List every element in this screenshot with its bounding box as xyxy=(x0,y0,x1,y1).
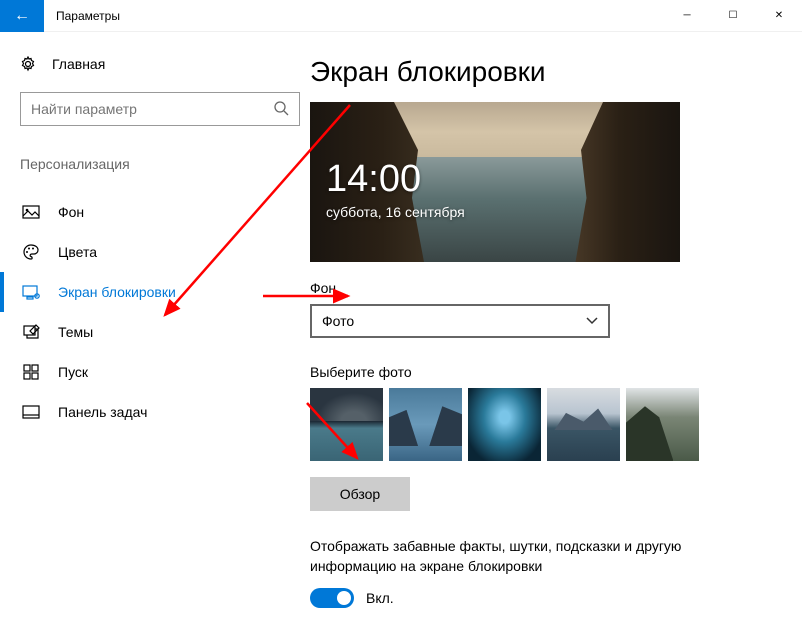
nav-item-lock-screen[interactable]: Экран блокировки xyxy=(20,272,290,312)
fun-facts-description: Отображать забавные факты, шутки, подска… xyxy=(310,537,710,576)
arrow-left-icon: ← xyxy=(14,7,30,25)
choose-photo-label: Выберите фото xyxy=(310,364,802,380)
taskbar-icon xyxy=(22,403,40,421)
group-label: Персонализация xyxy=(20,156,290,172)
main-content: Экран блокировки 14:00 суббота, 16 сентя… xyxy=(310,32,802,635)
home-link[interactable]: Главная xyxy=(20,56,290,72)
photo-thumb-4[interactable] xyxy=(547,388,620,461)
back-button[interactable]: ← xyxy=(0,0,44,32)
fun-facts-toggle[interactable] xyxy=(310,588,354,608)
palette-icon xyxy=(22,243,40,261)
nav-label: Экран блокировки xyxy=(58,284,176,300)
toggle-state-label: Вкл. xyxy=(366,590,394,606)
themes-icon xyxy=(22,323,40,341)
nav-label: Цвета xyxy=(58,244,97,260)
photo-thumb-3[interactable] xyxy=(468,388,541,461)
browse-label: Обзор xyxy=(340,486,380,502)
gear-icon xyxy=(20,56,36,72)
maximize-button[interactable]: ☐ xyxy=(710,0,756,32)
preview-date: суббота, 16 сентября xyxy=(326,204,465,220)
nav-label: Пуск xyxy=(58,364,88,380)
nav-item-themes[interactable]: Темы xyxy=(20,312,290,352)
lock-screen-icon xyxy=(22,283,40,301)
window-title: Параметры xyxy=(44,9,664,23)
background-dropdown[interactable]: Фото xyxy=(310,304,610,338)
home-label: Главная xyxy=(52,56,105,72)
nav-item-taskbar[interactable]: Панель задач xyxy=(20,392,290,432)
nav-item-colors[interactable]: Цвета xyxy=(20,232,290,272)
photo-thumb-5[interactable] xyxy=(626,388,699,461)
nav-label: Темы xyxy=(58,324,93,340)
nav-item-start[interactable]: Пуск xyxy=(20,352,290,392)
window-controls: ─ ☐ ✕ xyxy=(664,0,802,32)
lock-screen-preview: 14:00 суббота, 16 сентября xyxy=(310,102,680,262)
minimize-icon: ─ xyxy=(683,10,690,21)
page-title: Экран блокировки xyxy=(310,56,802,88)
close-icon: ✕ xyxy=(775,10,783,21)
sidebar: Главная Персонализация Фон Цвета Э xyxy=(0,32,310,635)
maximize-icon: ☐ xyxy=(729,10,738,21)
picture-icon xyxy=(22,203,40,221)
photo-thumb-2[interactable] xyxy=(389,388,462,461)
title-bar: ← Параметры ─ ☐ ✕ xyxy=(0,0,802,32)
search-input[interactable] xyxy=(31,101,273,117)
background-label: Фон xyxy=(310,280,802,296)
start-icon xyxy=(22,363,40,381)
chevron-down-icon xyxy=(586,314,598,328)
dropdown-value: Фото xyxy=(322,313,354,329)
photo-thumb-1[interactable] xyxy=(310,388,383,461)
minimize-button[interactable]: ─ xyxy=(664,0,710,32)
preview-time: 14:00 xyxy=(326,158,421,201)
browse-button[interactable]: Обзор xyxy=(310,477,410,511)
close-button[interactable]: ✕ xyxy=(756,0,802,32)
search-icon xyxy=(273,100,289,119)
nav-item-background[interactable]: Фон xyxy=(20,192,290,232)
search-box[interactable] xyxy=(20,92,300,126)
nav-label: Панель задач xyxy=(58,404,147,420)
photo-thumbnails xyxy=(310,388,802,461)
fun-facts-toggle-row: Вкл. xyxy=(310,588,802,608)
nav-label: Фон xyxy=(58,204,84,220)
